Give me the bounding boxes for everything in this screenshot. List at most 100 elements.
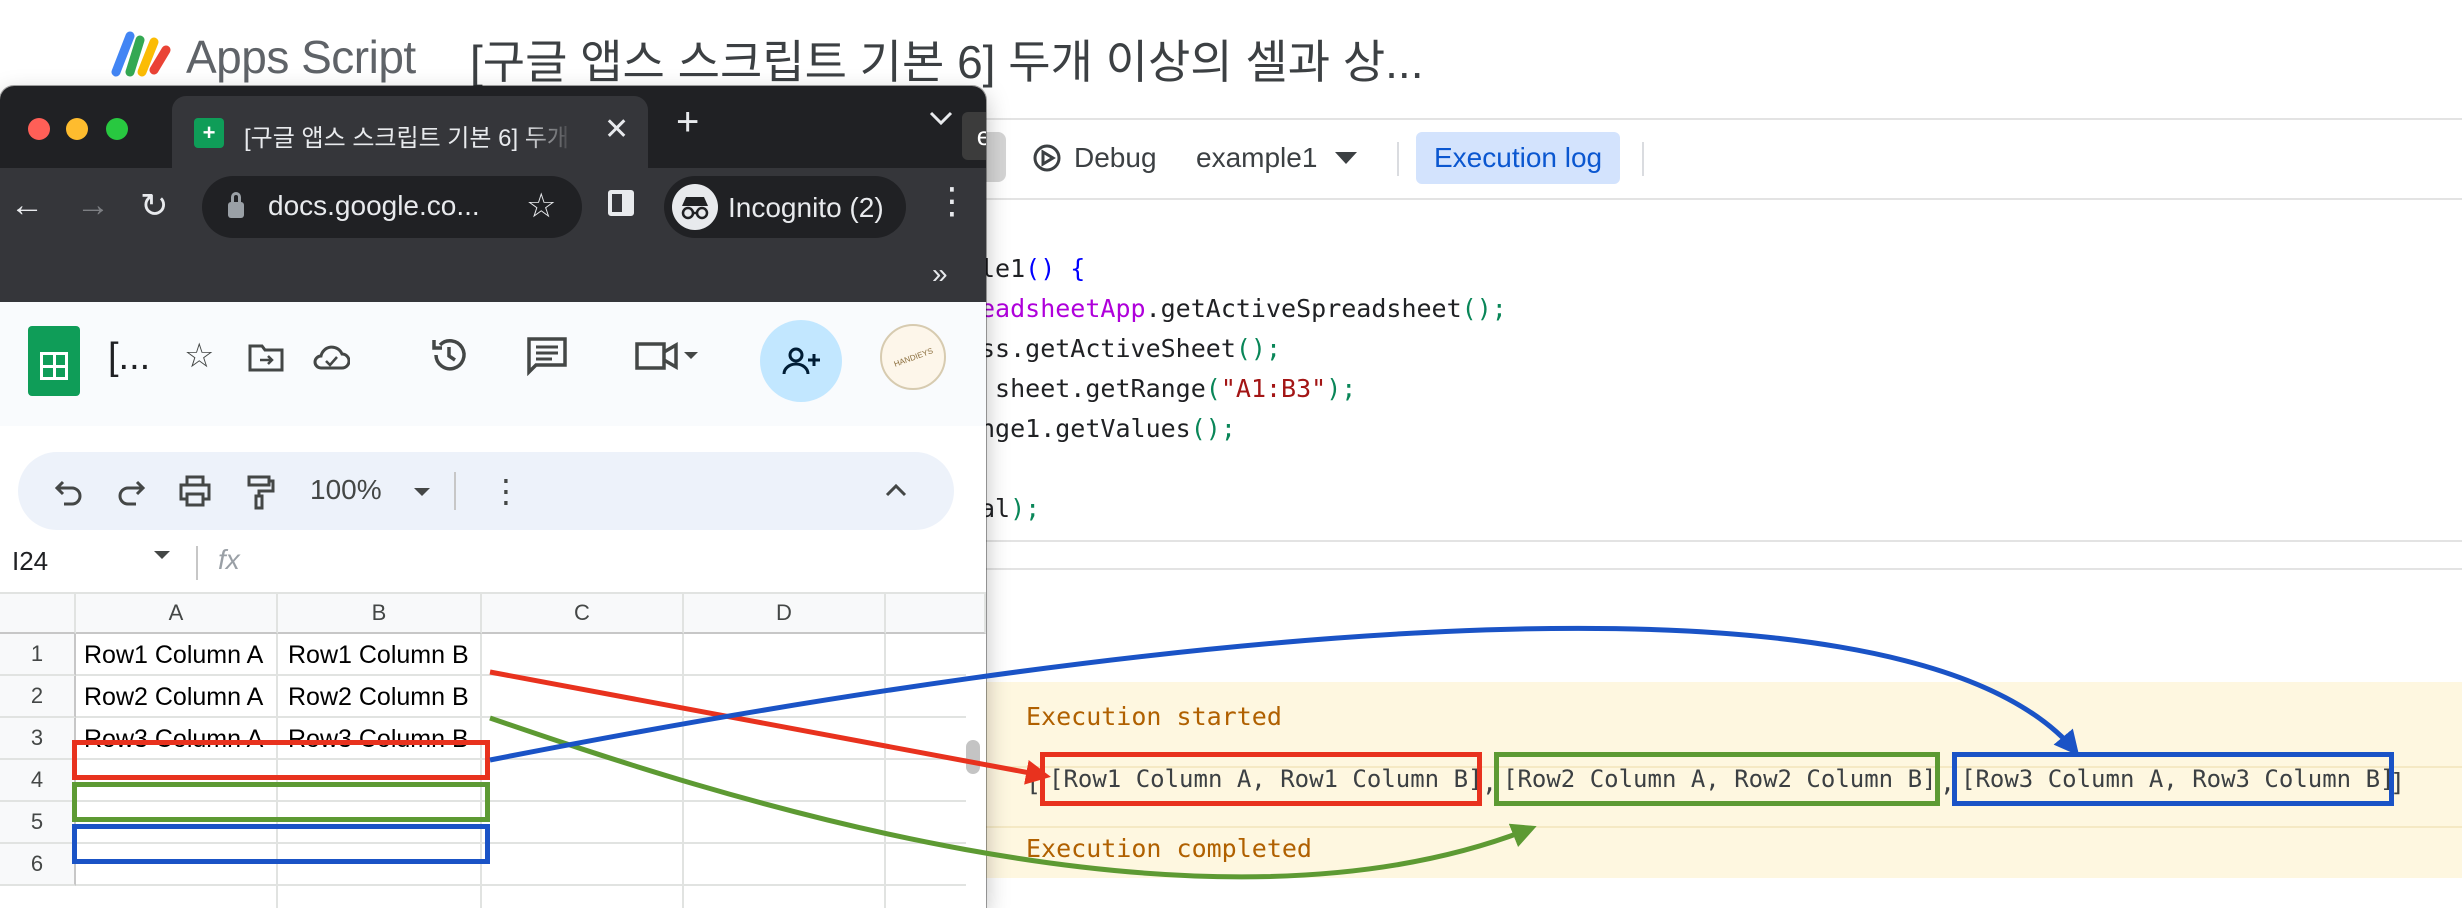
column-header-c[interactable]: C [482, 594, 684, 634]
vertical-scrollbar[interactable] [966, 740, 980, 774]
row-header-5[interactable]: 5 [0, 802, 76, 844]
cell-b1[interactable]: Row1 Column B [278, 635, 484, 675]
code-line-2: eadsheetApp.getActiveSpreadsheet(); [980, 294, 1507, 323]
row-header-6[interactable]: 6 [0, 844, 76, 886]
url-text: docs.google.co... [268, 190, 480, 221]
comment-icon[interactable] [526, 336, 568, 376]
code-line-5: nge1.getValues(); [980, 414, 1236, 443]
avatar-text: HANDIEYS [892, 345, 934, 369]
chevron-up-icon[interactable] [884, 482, 908, 498]
row-header-4[interactable]: 4 [0, 760, 76, 802]
tooltip-partial: e [962, 112, 986, 160]
forward-icon[interactable]: → [76, 186, 110, 225]
code-line-4: sheet.getRange("A1:B3"); [980, 374, 1357, 403]
row-header-1[interactable]: 1 [0, 634, 76, 676]
code-line-3: ss.getActiveSheet(); [980, 334, 1282, 363]
grid-line [884, 634, 886, 908]
star-icon[interactable]: ☆ [184, 336, 214, 376]
grid-line [682, 634, 684, 908]
formula-divider [196, 546, 198, 580]
incognito-label: Incognito (2) [728, 192, 884, 223]
log-row1-highlight: [Row1 Column A, Row1 Column B] [1040, 752, 1482, 806]
close-icon[interactable]: ✕ [604, 112, 629, 147]
sheets-favicon: + [194, 118, 224, 148]
tab-title: [구글 앱스 스크립트 기본 6] 두개 이상 [244, 125, 574, 152]
row3-highlight [72, 824, 490, 864]
history-icon[interactable] [428, 334, 470, 376]
paint-format-icon[interactable] [246, 474, 276, 510]
browser-toolbar: ← → ↻ docs.google.co... ☆ Incognito (2) … [0, 168, 986, 302]
toolbar-divider [454, 472, 456, 510]
doc-title[interactable]: [... [108, 336, 150, 379]
formula-bar: I24 fx [0, 534, 986, 594]
meet-icon[interactable] [634, 340, 700, 372]
browser-tab[interactable]: + [구글 앱스 스크립트 기본 6] 두개 이상 ✕ [172, 96, 648, 168]
debug-label: Debug [1074, 142, 1157, 173]
log-row-divider [960, 826, 2462, 828]
code-line-1: le1() { [980, 254, 1086, 283]
sheets-toolbar: 100% ⋮ [18, 452, 954, 530]
chevron-down-icon[interactable] [412, 486, 432, 498]
chevron-down-icon [1335, 152, 1358, 164]
name-box[interactable]: I24 [12, 546, 48, 577]
redo-icon[interactable] [116, 476, 146, 506]
code-line-6: al); [980, 494, 1041, 523]
cell-a1[interactable]: Row1 Column A [74, 635, 280, 675]
cell-b2[interactable]: Row2 Column B [278, 677, 484, 717]
spreadsheet-grid[interactable]: A B C D 1 2 3 4 5 6 Row1 Column A Row1 C… [0, 594, 986, 908]
print-icon[interactable] [178, 474, 212, 508]
debug-icon [1033, 144, 1061, 172]
sheets-logo[interactable] [28, 326, 80, 396]
plus-icon[interactable]: + [676, 102, 699, 142]
row2-highlight [72, 782, 490, 822]
debug-button[interactable]: Debug [1030, 134, 1157, 182]
side-panel-icon[interactable] [608, 190, 634, 216]
select-all-corner[interactable] [0, 594, 76, 634]
star-icon[interactable]: ☆ [526, 186, 556, 226]
bookmarks-overflow-button[interactable]: » [932, 258, 948, 290]
row-header-3[interactable]: 3 [0, 718, 76, 760]
move-to-folder-icon[interactable] [248, 342, 284, 372]
undo-icon[interactable] [54, 476, 84, 506]
log-execution-started: Execution started [1026, 702, 1282, 731]
column-header-e[interactable] [886, 594, 986, 634]
zoom-select[interactable]: 100% [310, 474, 382, 506]
tab-strip: + [구글 앱스 스크립트 기본 6] 두개 이상 ✕ + e [0, 86, 986, 168]
apps-script-brand: Apps Script [186, 31, 416, 83]
more-vert-icon[interactable]: ⋮ [490, 472, 522, 510]
chevron-down-icon[interactable] [928, 108, 954, 128]
back-icon[interactable]: ← [10, 186, 44, 225]
editor-toolbar: Debug example1 Execution log [960, 120, 2462, 200]
zoom-window-button[interactable] [106, 118, 128, 140]
close-window-button[interactable] [28, 118, 50, 140]
column-header-b[interactable]: B [278, 594, 482, 634]
incognito-icon [672, 184, 718, 230]
cloud-icon[interactable] [312, 344, 350, 370]
grid-line [76, 884, 966, 886]
cell-a2[interactable]: Row2 Column A [74, 677, 280, 717]
code-editor[interactable]: le1() { eadsheetApp.getActiveSpreadsheet… [960, 200, 2462, 542]
log-row2-highlight: [Row2 Column A, Row2 Column B] [1494, 752, 1940, 806]
row-header-2[interactable]: 2 [0, 676, 76, 718]
apps-script-logo [111, 31, 171, 77]
log-row3-highlight: [Row3 Column A, Row3 Column B] [1952, 752, 2394, 806]
log-execution-completed: Execution completed [1026, 834, 1312, 863]
toolbar-divider [1397, 142, 1399, 176]
minimize-window-button[interactable] [66, 118, 88, 140]
function-name: example1 [1196, 142, 1318, 173]
function-select[interactable]: example1 [1196, 134, 1359, 182]
execution-log-button[interactable]: Execution log [1416, 132, 1621, 184]
reload-icon[interactable]: ↻ [140, 186, 169, 226]
share-button[interactable] [760, 320, 842, 402]
kebab-icon[interactable]: ⋮ [934, 180, 970, 222]
lock-icon[interactable] [228, 192, 244, 218]
address-bar[interactable]: docs.google.co... ☆ [202, 176, 582, 238]
project-title[interactable]: [구글 앱스 스크립트 기본 6] 두개 이상의 셀과 상... [470, 26, 1424, 92]
log-close-bracket: ] [2390, 768, 2406, 797]
chevron-down-icon[interactable] [152, 548, 172, 562]
column-header-a[interactable]: A [76, 594, 278, 634]
incognito-button[interactable]: Incognito (2) [664, 176, 906, 238]
column-header-d[interactable]: D [684, 594, 886, 634]
panel-divider[interactable] [960, 568, 2462, 570]
avatar[interactable]: HANDIEYS [880, 324, 946, 390]
